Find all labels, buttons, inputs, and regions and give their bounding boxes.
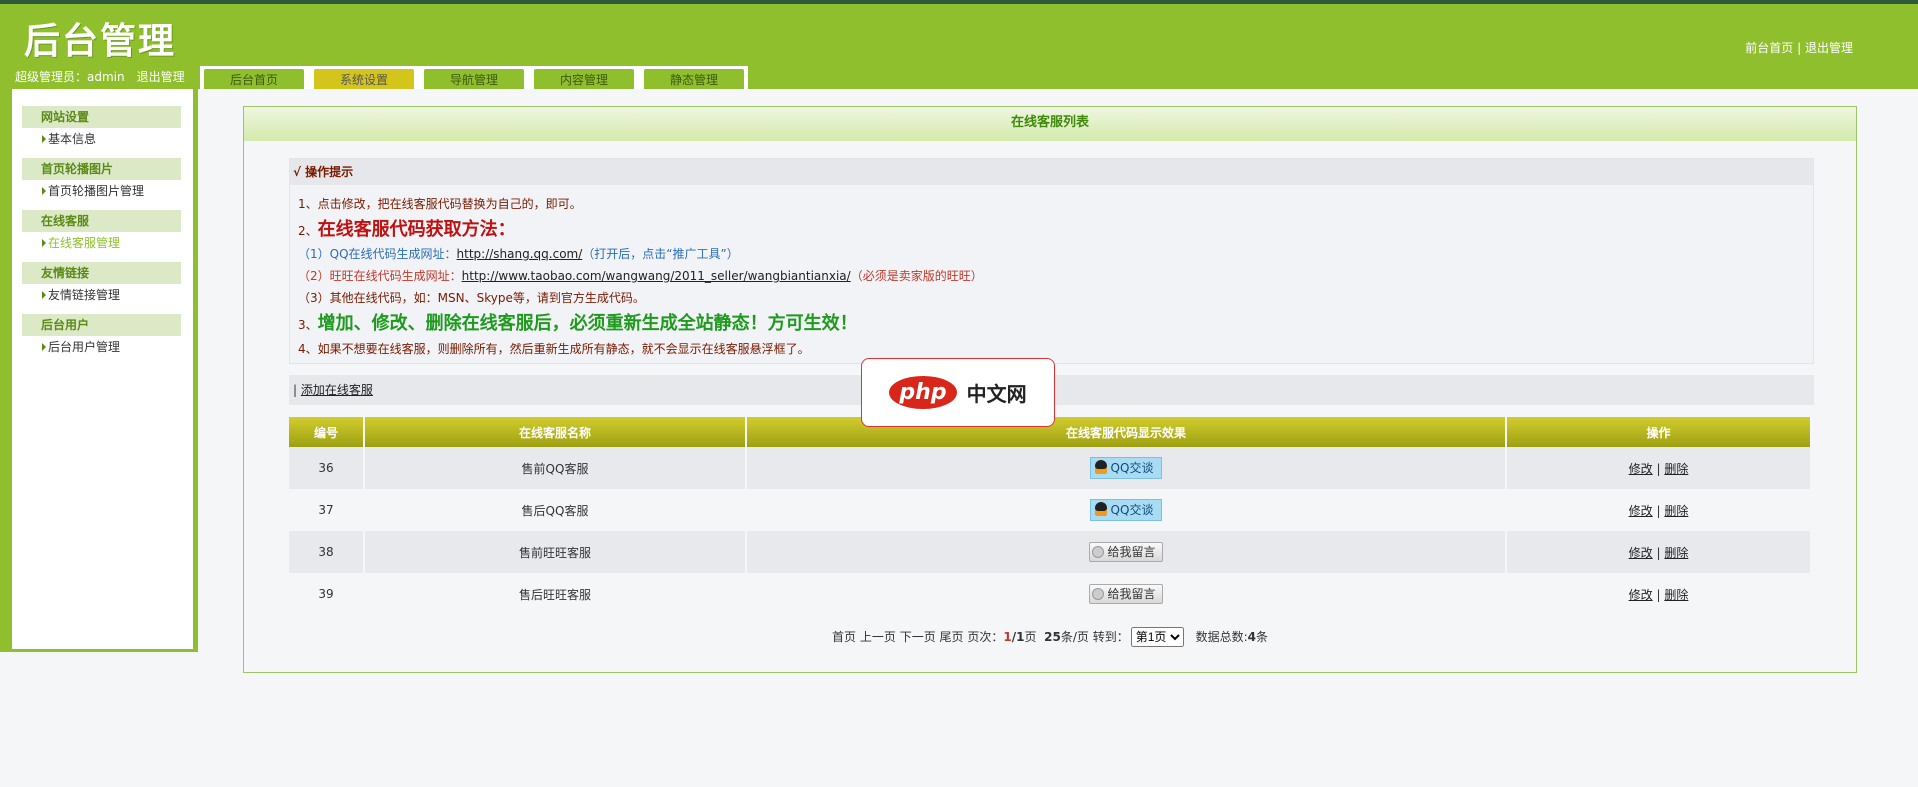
qq-penguin-icon bbox=[1094, 502, 1107, 516]
admin-label: 超级管理员：admin bbox=[15, 70, 125, 84]
per-page: 25 bbox=[1044, 630, 1061, 644]
logo: 后台管理 bbox=[24, 21, 177, 62]
tip-ww-note: （必须是卖家版的旺旺） bbox=[850, 269, 983, 283]
watermark-text: 中文网 bbox=[966, 382, 1027, 406]
page-select[interactable]: 第1页 bbox=[1130, 627, 1184, 647]
table-row: 38 售前旺旺客服 给我留言 修改 | 删除 bbox=[289, 531, 1812, 573]
php-logo: php bbox=[889, 376, 957, 409]
main-tabs: 后台首页 系统设置 导航管理 内容管理 静态管理 bbox=[200, 66, 748, 89]
sidebar-item-carousel[interactable]: 首页轮播图片管理 bbox=[22, 180, 181, 210]
sidebar-group-users: 后台用户 bbox=[22, 314, 181, 336]
col-id: 编号 bbox=[289, 417, 365, 447]
tip-4: 4、如果不想要在线客服，则删除所有，然后重新生成所有静态，就不会显示在线客服悬浮… bbox=[298, 342, 810, 356]
tab-home[interactable]: 后台首页 bbox=[204, 69, 304, 89]
row-id: 39 bbox=[289, 573, 365, 615]
wangwang-message-button[interactable]: 给我留言 bbox=[1089, 584, 1163, 604]
tip-2: 2、在线客服代码获取方法： bbox=[298, 215, 516, 241]
delete-link[interactable]: 删除 bbox=[1664, 504, 1688, 518]
tab-content[interactable]: 内容管理 bbox=[534, 69, 634, 89]
add-service-link[interactable]: 添加在线客服 bbox=[301, 383, 373, 397]
table-row: 37 售后QQ客服 QQ交谈 修改 | 删除 bbox=[289, 489, 1812, 531]
wangwang-icon bbox=[1092, 588, 1105, 600]
tab-navigation[interactable]: 导航管理 bbox=[424, 69, 524, 89]
tab-static[interactable]: 静态管理 bbox=[644, 69, 744, 89]
qq-chat-button[interactable]: QQ交谈 bbox=[1089, 499, 1163, 521]
total-pages: /1 bbox=[1011, 630, 1025, 644]
current-page: 1 bbox=[1003, 630, 1012, 644]
delete-link[interactable]: 删除 bbox=[1664, 462, 1688, 476]
tip-qq-note: （打开后，点击“推广工具”） bbox=[582, 247, 739, 261]
admin-info: 超级管理员：admin 退出管理 bbox=[15, 68, 185, 85]
tip-qq: （1）QQ在线代码生成网址：http://shang.qq.com/（打开后，点… bbox=[298, 245, 739, 262]
prev-page[interactable]: 上一页 bbox=[860, 630, 896, 644]
tips-box: √ 操作提示 1、点击修改，把在线客服代码替换为自己的，即可。 2、在线客服代码… bbox=[289, 158, 1814, 364]
sidebar-group-carousel: 首页轮播图片 bbox=[22, 158, 181, 180]
top-links: 前台首页 | 退出管理 bbox=[1745, 39, 1853, 56]
col-preview: 在线客服代码显示效果 bbox=[746, 417, 1507, 447]
service-table: 编号 在线客服名称 在线客服代码显示效果 操作 36 售前QQ客服 QQ交谈 修改… bbox=[289, 417, 1812, 615]
tip-3-text: 增加、修改、删除在线客服后，必须重新生成全站静态！方可生效！ bbox=[317, 313, 858, 334]
sidebar-item-users[interactable]: 后台用户管理 bbox=[22, 336, 181, 366]
sidebar-group-links: 友情链接 bbox=[22, 262, 181, 284]
wangwang-link[interactable]: http://www.taobao.com/wangwang/2011_sell… bbox=[462, 269, 851, 283]
tip-1: 1、点击修改，把在线客服代码替换为自己的，即可。 bbox=[298, 197, 582, 211]
qq-penguin-icon bbox=[1094, 460, 1107, 474]
tip-qq-label: （1）QQ在线代码生成网址： bbox=[298, 247, 457, 261]
tip-3: 3、增加、修改、删除在线客服后，必须重新生成全站静态！方可生效！ bbox=[298, 309, 858, 335]
wangwang-message-button[interactable]: 给我留言 bbox=[1089, 542, 1163, 562]
row-name: 售前旺旺客服 bbox=[364, 531, 747, 573]
table-row: 39 售后旺旺客服 给我留言 修改 | 删除 bbox=[289, 573, 1812, 615]
exit-link[interactable]: 退出管理 bbox=[1805, 41, 1853, 55]
tip-2-text: 在线客服代码获取方法： bbox=[317, 219, 516, 240]
last-page[interactable]: 尾页 bbox=[940, 630, 964, 644]
sidebar-item-basic-info[interactable]: 基本信息 bbox=[22, 128, 181, 158]
pagination: 首页 上一页 下一页 尾页 页次：1/1页 25条/页 转到： 第1页 数据总数:… bbox=[244, 627, 1856, 647]
tip-num: 2、 bbox=[298, 224, 318, 238]
tip-other: （3）其他在线代码，如：MSN、Skype等，请到官方生成代码。 bbox=[298, 291, 645, 305]
sidebar-group-site: 网站设置 bbox=[22, 106, 181, 128]
row-name: 售后QQ客服 bbox=[364, 489, 747, 531]
edit-link[interactable]: 修改 bbox=[1629, 504, 1653, 518]
tip-ww: （2）旺旺在线代码生成网址：http://www.taobao.com/wang… bbox=[298, 267, 983, 284]
php-cn-watermark: php 中文网 bbox=[861, 358, 1055, 427]
tab-system-settings[interactable]: 系统设置 bbox=[314, 69, 414, 89]
row-name: 售后旺旺客服 bbox=[364, 573, 747, 615]
row-name: 售前QQ客服 bbox=[364, 447, 747, 489]
col-actions: 操作 bbox=[1506, 417, 1812, 447]
tips-heading: √ 操作提示 bbox=[290, 159, 1813, 185]
front-home-link[interactable]: 前台首页 bbox=[1745, 41, 1793, 55]
edit-link[interactable]: 修改 bbox=[1629, 588, 1653, 602]
goto-label: 转到： bbox=[1092, 630, 1129, 644]
next-page[interactable]: 下一页 bbox=[900, 630, 936, 644]
row-id: 38 bbox=[289, 531, 365, 573]
sidebar-item-online-service[interactable]: 在线客服管理 bbox=[22, 232, 181, 262]
first-page[interactable]: 首页 bbox=[832, 630, 856, 644]
separator: | bbox=[293, 383, 298, 397]
separator: | bbox=[1797, 41, 1802, 55]
row-id: 37 bbox=[289, 489, 365, 531]
qq-chat-button[interactable]: QQ交谈 bbox=[1089, 457, 1163, 479]
pages-label: 页次： bbox=[967, 630, 1004, 644]
delete-link[interactable]: 删除 bbox=[1664, 546, 1688, 560]
col-name: 在线客服名称 bbox=[364, 417, 747, 447]
total-count: 4 bbox=[1247, 630, 1256, 644]
logout-link[interactable]: 退出管理 bbox=[137, 70, 185, 84]
row-id: 36 bbox=[289, 447, 365, 489]
qq-link[interactable]: http://shang.qq.com/ bbox=[457, 247, 583, 261]
tip-ww-label: （2）旺旺在线代码生成网址： bbox=[298, 269, 462, 283]
tip-num: 3、 bbox=[298, 318, 318, 332]
wangwang-icon bbox=[1092, 546, 1105, 558]
sidebar-item-links[interactable]: 友情链接管理 bbox=[22, 284, 181, 314]
total-label: 数据总数: bbox=[1195, 630, 1248, 644]
edit-link[interactable]: 修改 bbox=[1629, 462, 1653, 476]
sidebar-group-online-service: 在线客服 bbox=[22, 210, 181, 232]
sidebar: 网站设置 基本信息 首页轮播图片 首页轮播图片管理 在线客服 在线客服管理 友情链接友… bbox=[0, 89, 198, 652]
delete-link[interactable]: 删除 bbox=[1664, 588, 1688, 602]
panel-title: 在线客服列表 bbox=[244, 107, 1856, 141]
table-row: 36 售前QQ客服 QQ交谈 修改 | 删除 bbox=[289, 447, 1812, 489]
edit-link[interactable]: 修改 bbox=[1629, 546, 1653, 560]
